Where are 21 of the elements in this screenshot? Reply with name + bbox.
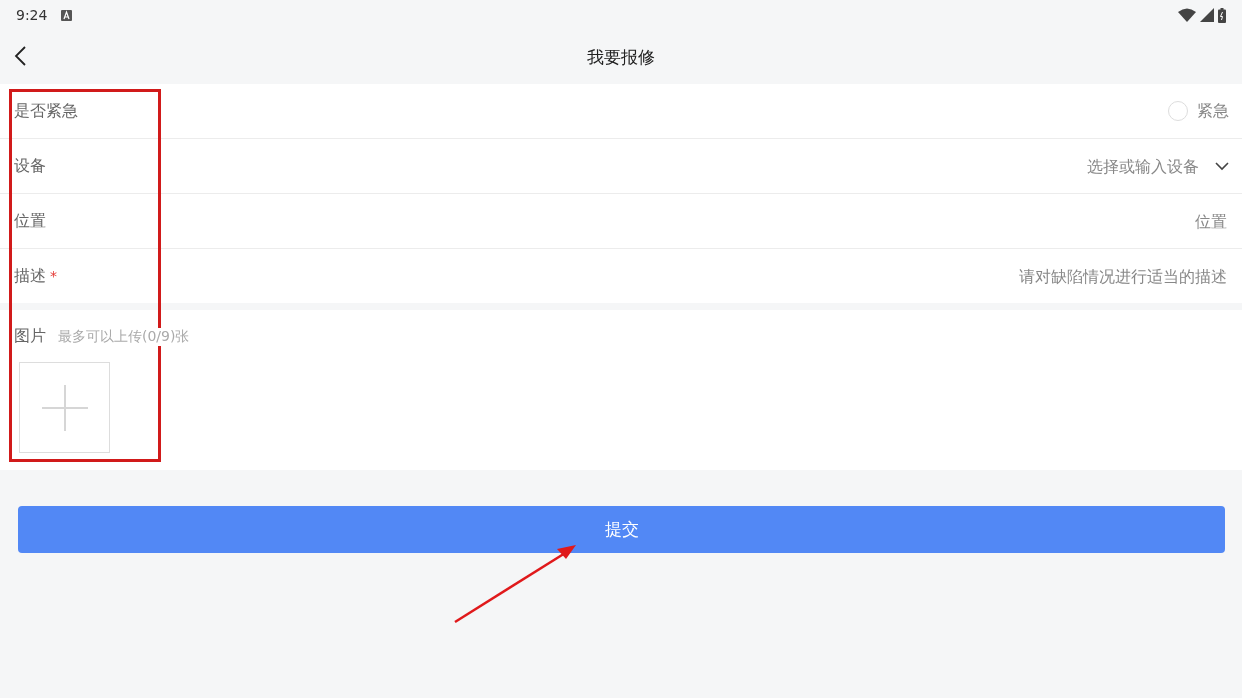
field-label: 是否紧急 bbox=[14, 100, 78, 122]
upload-hint: 最多可以上传(0/9)张 bbox=[58, 328, 190, 346]
required-mark: * bbox=[50, 267, 57, 284]
device-field[interactable]: 选择或输入设备 bbox=[897, 155, 1201, 177]
plus-icon bbox=[41, 384, 88, 431]
field-label: 描述 bbox=[14, 265, 46, 287]
back-button[interactable] bbox=[12, 44, 28, 68]
wifi-icon bbox=[1178, 8, 1196, 22]
notification-icon bbox=[61, 9, 73, 21]
status-time: 9:24 bbox=[16, 7, 48, 23]
battery-icon bbox=[1218, 7, 1226, 23]
text-field[interactable]: 位置 bbox=[805, 210, 1229, 232]
field-label: 图片 bbox=[14, 326, 46, 347]
page-title: 我要报修 bbox=[587, 45, 655, 69]
text-field[interactable]: 请对缺陷情况进行适当的描述 bbox=[805, 265, 1229, 287]
urgent-radio[interactable]: 紧急 bbox=[1168, 100, 1229, 122]
field-label: 位置 bbox=[14, 210, 46, 232]
field-label: 设备 bbox=[14, 155, 46, 177]
submit-button[interactable]: 提交 bbox=[18, 506, 1225, 553]
signal-icon bbox=[1200, 8, 1214, 22]
chevron-down-icon[interactable] bbox=[1215, 161, 1229, 171]
